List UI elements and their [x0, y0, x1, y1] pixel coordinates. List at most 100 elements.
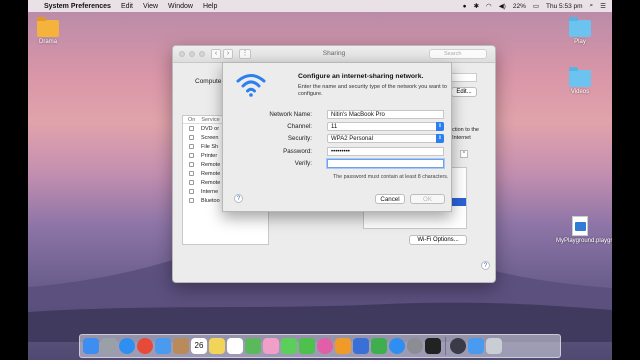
battery-icon[interactable]: ▭ [533, 2, 539, 10]
finder-icon[interactable] [83, 338, 99, 354]
wifi-status-icon[interactable]: ◠ [486, 2, 492, 10]
spotlight-icon[interactable]: ⌕ [590, 2, 594, 10]
security-label: Security: [287, 135, 312, 142]
menu-bar: System Preferences Edit View Window Help… [28, 0, 612, 12]
help-icon[interactable]: ? [481, 261, 490, 270]
launchpad-icon[interactable] [101, 338, 117, 354]
volume-icon[interactable]: ◀) [499, 2, 506, 10]
verify-label: Verify: [294, 160, 312, 167]
downloads-icon[interactable] [468, 338, 484, 354]
notes-icon[interactable] [209, 338, 225, 354]
reminders-icon[interactable] [227, 338, 243, 354]
on-column-header: On [188, 117, 196, 123]
menu-help[interactable]: Help [203, 3, 217, 10]
channel-label: Channel: [287, 123, 312, 130]
wifi-options-button[interactable]: Wi-Fi Options... [409, 235, 467, 245]
desktop: System Preferences Edit View Window Help… [28, 0, 612, 360]
menu-edit[interactable]: Edit [121, 3, 133, 10]
desktop-icon-drama[interactable]: Drama [28, 17, 68, 45]
desktop-icon-play[interactable]: Play [560, 17, 600, 45]
share-from-popup[interactable]: ⌃ [460, 150, 468, 158]
share-connection-line: ction to the [452, 127, 479, 133]
service-label: Interne [201, 188, 219, 195]
security-popup[interactable]: WPA2 Personal ⇕ [327, 134, 444, 143]
messages-icon[interactable] [281, 338, 297, 354]
password-field[interactable]: ••••••••• [327, 147, 444, 156]
notification-center-icon[interactable]: ☰ [600, 2, 606, 10]
edit-button[interactable]: Edit... [451, 87, 477, 97]
service-label: Screen [201, 134, 219, 141]
menu-view[interactable]: View [143, 3, 158, 10]
ibooks-icon[interactable] [335, 338, 351, 354]
facetime-icon[interactable] [299, 338, 315, 354]
checkbox[interactable] [189, 171, 194, 176]
checkbox[interactable] [189, 153, 194, 158]
dock: 26 [79, 334, 561, 358]
channel-value: 11 [331, 124, 338, 130]
service-label: DVD or [201, 125, 220, 132]
checkbox[interactable] [189, 198, 194, 203]
sheet-description: Enter the name and security type of the … [298, 84, 447, 97]
help-icon[interactable]: ? [234, 194, 243, 203]
system-preferences-icon[interactable] [407, 338, 423, 354]
service-label: File Sh [201, 143, 219, 150]
ok-button[interactable]: OK [410, 194, 445, 204]
internet-sharing-sheet: Configure an internet-sharing network. E… [222, 62, 452, 212]
checkbox[interactable] [189, 144, 194, 149]
service-column-header: Service [201, 117, 220, 123]
mail-icon[interactable] [155, 338, 171, 354]
checkbox[interactable] [189, 180, 194, 185]
battery-percent[interactable]: 22% [513, 3, 526, 10]
desktop-icon-label: Videos [570, 89, 590, 95]
app-store-icon[interactable] [389, 338, 405, 354]
folder-icon [37, 17, 59, 37]
calendar-icon[interactable]: 26 [191, 338, 207, 354]
menu-window[interactable]: Window [168, 3, 193, 10]
checkbox[interactable] [189, 126, 194, 131]
network-name-field[interactable]: Nitin's MacBook Pro [327, 110, 444, 119]
desktop-icon-label: Play [574, 39, 586, 45]
service-label: Remote [201, 170, 221, 177]
trash-icon[interactable] [486, 338, 502, 354]
numbers-icon[interactable] [371, 338, 387, 354]
service-label: Bluetoo [201, 197, 220, 204]
verify-field[interactable] [327, 159, 444, 168]
chrome-icon[interactable] [137, 338, 153, 354]
contacts-icon[interactable] [173, 338, 189, 354]
menu-app-name[interactable]: System Preferences [44, 3, 111, 10]
terminal-icon[interactable] [425, 338, 441, 354]
itunes-icon[interactable] [317, 338, 333, 354]
sheet-title: Configure an internet-sharing network. [298, 73, 424, 80]
status-area: ● ✱ ◠ ◀) 22% ▭ Thu 5:53 pm ⌕ ☰ [463, 2, 606, 10]
folder-icon [569, 17, 591, 37]
keynote-icon[interactable] [353, 338, 369, 354]
wifi-icon [236, 74, 266, 97]
checkbox[interactable] [189, 135, 194, 140]
chevron-updown-icon: ⇕ [436, 122, 444, 131]
checkbox[interactable] [189, 162, 194, 167]
quicktime-icon[interactable] [450, 338, 466, 354]
password-label: Password: [283, 148, 312, 155]
letterbox-left [0, 0, 28, 360]
security-value: WPA2 Personal [331, 136, 373, 142]
bluetooth-icon[interactable]: ✱ [474, 2, 479, 10]
safari-icon[interactable] [119, 338, 135, 354]
desktop-icon-myplayground[interactable]: MyPlayground.playground [556, 216, 612, 244]
maps-icon[interactable] [245, 338, 261, 354]
clock[interactable]: Thu 5:53 pm [546, 3, 583, 10]
service-label: Remote [201, 179, 221, 186]
computer-name-label: Compute [195, 78, 222, 85]
service-label: Printer [201, 152, 218, 159]
cancel-button[interactable]: Cancel [375, 194, 405, 204]
dock-separator [445, 337, 446, 355]
photos-icon[interactable] [263, 338, 279, 354]
share-connection-text: ction to the Internet [452, 126, 479, 142]
record-icon[interactable]: ● [463, 3, 467, 10]
service-label: Remote [201, 161, 221, 168]
checkbox[interactable] [189, 189, 194, 194]
channel-popup[interactable]: 11 ⇕ [327, 122, 444, 131]
desktop-icon-label: Drama [38, 39, 57, 45]
desktop-icon-label: MyPlayground.playground [556, 238, 612, 244]
desktop-icon-videos[interactable]: Videos [560, 67, 600, 95]
search-input[interactable]: Search [429, 49, 487, 59]
